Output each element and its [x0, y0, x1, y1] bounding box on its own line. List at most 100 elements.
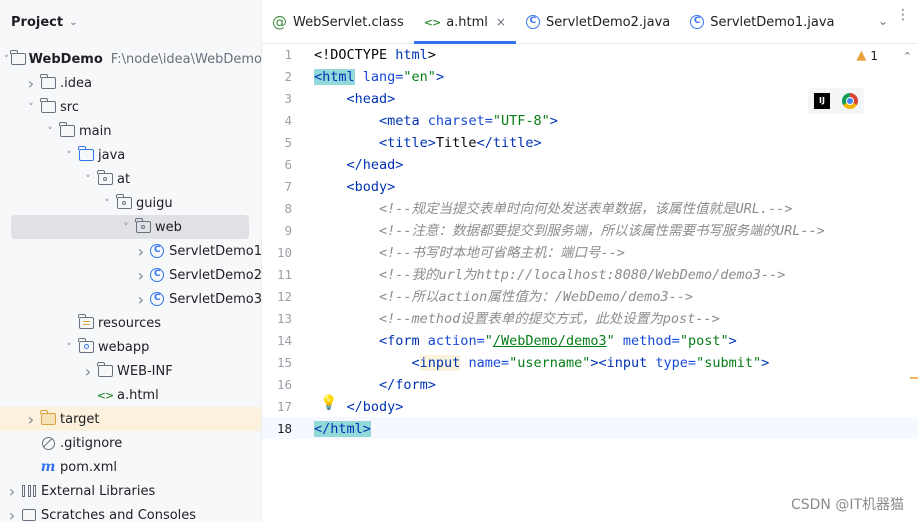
chevron-right-icon[interactable]: ›: [133, 266, 149, 285]
line-number[interactable]: 11: [262, 264, 292, 286]
line-number[interactable]: 2: [262, 66, 292, 88]
class-icon: C: [149, 267, 166, 283]
tree-item-label: main: [79, 123, 112, 139]
line-number[interactable]: 3: [262, 88, 292, 110]
tree-item[interactable]: ˅ main: [0, 119, 261, 143]
tree-item[interactable]: ˅ WebDemo F:\node\idea\WebDemo: [0, 47, 262, 71]
chevron-down-icon[interactable]: ˅: [61, 149, 77, 162]
chevron-down-icon[interactable]: ˅: [23, 101, 39, 114]
tree-item[interactable]: › .idea: [0, 71, 261, 95]
chevron-right-icon[interactable]: ›: [4, 506, 20, 522]
editor-tab[interactable]: C ServletDemo2.java: [516, 0, 680, 44]
line-number[interactable]: 1: [262, 44, 292, 66]
line-number[interactable]: 10: [262, 242, 292, 264]
intellij-browser-icon[interactable]: IJ: [814, 93, 830, 109]
line-number[interactable]: 8: [262, 198, 292, 220]
chevron-right-icon[interactable]: ›: [23, 74, 39, 93]
code-line[interactable]: <body>: [314, 176, 396, 198]
tree-item[interactable]: ˅ at: [0, 167, 261, 191]
tree-item[interactable]: .gitignore: [0, 431, 261, 455]
code-line[interactable]: <!--规定当提交表单时向何处发送表单数据，该属性值就是URL.-->: [314, 198, 792, 220]
chevron-right-icon[interactable]: ›: [133, 242, 149, 261]
editor-tab[interactable]: <> a.html ×: [413, 0, 517, 44]
code-line[interactable]: </form>: [314, 374, 436, 396]
code-line[interactable]: <html lang="en">: [314, 66, 444, 88]
tree-item[interactable]: resources: [0, 311, 261, 335]
line-number[interactable]: 16: [262, 374, 292, 396]
project-view-selector[interactable]: Project ⌄: [0, 0, 261, 44]
chevron-right-icon[interactable]: ›: [133, 290, 149, 309]
line-number[interactable]: 13: [262, 308, 292, 330]
code-line[interactable]: <!DOCTYPE html>: [314, 44, 436, 66]
tree-item[interactable]: ˅ src: [0, 95, 261, 119]
inspection-widget[interactable]: ▲ 1: [856, 48, 878, 63]
code-line[interactable]: <form action="/WebDemo/demo3" method="po…: [314, 330, 737, 352]
line-number[interactable]: 17: [262, 396, 292, 418]
code-token: <head>: [314, 91, 396, 107]
tree-item-label: guigu: [136, 195, 173, 211]
tree-item[interactable]: ˅ guigu: [0, 191, 261, 215]
tree-item[interactable]: › External Libraries: [0, 479, 261, 503]
chevron-right-icon[interactable]: ›: [23, 410, 39, 429]
tab-label: a.html: [446, 14, 488, 30]
folder-icon: [39, 98, 57, 115]
line-number[interactable]: 14: [262, 330, 292, 352]
code-line[interactable]: <meta charset="UTF-8">: [314, 110, 558, 132]
scrollbar-warning-marker[interactable]: [910, 377, 918, 379]
tree-item[interactable]: <> a.html: [0, 383, 261, 407]
line-number[interactable]: 4: [262, 110, 292, 132]
code-line[interactable]: <!--我的url为http://localhost:8080/WebDemo/…: [314, 264, 785, 286]
code-line[interactable]: <input name="username"><input type="subm…: [314, 352, 769, 374]
tree-item[interactable]: › WEB-INF: [0, 359, 261, 383]
code-token: /WebDemo/demo3: [492, 333, 607, 349]
tree-item[interactable]: › C ServletDemo3: [0, 287, 261, 311]
chevron-down-icon[interactable]: ˅: [2, 53, 11, 66]
chevron-down-icon[interactable]: ⌄: [69, 17, 77, 28]
line-number[interactable]: 6: [262, 154, 292, 176]
chrome-browser-icon[interactable]: [842, 93, 858, 109]
line-number[interactable]: 12: [262, 286, 292, 308]
code-line[interactable]: <head>: [314, 88, 396, 110]
tree-item[interactable]: › Scratches and Consoles: [0, 503, 261, 522]
tab-label: WebServlet.class: [293, 14, 404, 30]
editor-tab[interactable]: @ WebServlet.class: [262, 0, 414, 44]
code-line[interactable]: </html>: [314, 418, 371, 440]
line-number[interactable]: 5: [262, 132, 292, 154]
close-icon[interactable]: ×: [496, 15, 506, 29]
chevron-down-icon[interactable]: ˅: [118, 221, 134, 234]
tree-item[interactable]: m pom.xml: [0, 455, 261, 479]
code-token: </head>: [314, 157, 404, 173]
code-line[interactable]: <!--书写时本地可省略主机：端口号-->: [314, 242, 625, 264]
chevron-down-icon[interactable]: ˅: [80, 173, 96, 186]
code-line[interactable]: <!--所以action属性值为：/WebDemo/demo3-->: [314, 286, 693, 308]
tree-item[interactable]: › C ServletDemo1: [0, 239, 261, 263]
folder-icon: [96, 362, 114, 379]
line-number[interactable]: 15: [262, 352, 292, 374]
tree-item[interactable]: ˅ java: [0, 143, 261, 167]
code-token: <!--书写时本地可省略主机：端口号-->: [314, 245, 625, 261]
chevron-down-icon[interactable]: ˅: [99, 197, 115, 210]
tree-item[interactable]: ˅ web: [0, 215, 261, 239]
line-number[interactable]: 9: [262, 220, 292, 242]
line-number[interactable]: 18: [262, 418, 292, 440]
tree-item[interactable]: ˅ webapp: [0, 335, 261, 359]
code-line[interactable]: <title>Title</title>: [314, 132, 542, 154]
chevron-right-icon[interactable]: ›: [80, 362, 96, 381]
line-number[interactable]: 7: [262, 176, 292, 198]
code-token: >: [549, 113, 558, 129]
code-line[interactable]: <!--method设置表单的提交方式，此处设置为post-->: [314, 308, 720, 330]
chevron-down-icon[interactable]: ˅: [61, 341, 77, 354]
more-vertical-icon[interactable]: ⋮: [896, 8, 910, 22]
chevron-down-icon[interactable]: ⌄: [878, 14, 888, 28]
chevron-up-icon[interactable]: ⌃: [903, 50, 912, 63]
tree-item[interactable]: › C ServletDemo2: [0, 263, 261, 287]
editor-tab[interactable]: C ServletDemo1.java: [680, 0, 844, 44]
folder-icon: [39, 74, 57, 91]
lightbulb-icon[interactable]: 💡: [320, 395, 337, 411]
module-path: F:\node\idea\WebDemo: [110, 51, 262, 67]
chevron-down-icon[interactable]: ˅: [42, 125, 58, 138]
tree-item[interactable]: › target: [0, 407, 261, 431]
code-line[interactable]: </head>: [314, 154, 404, 176]
code-line[interactable]: <!--注意：数据都要提交到服务端，所以该属性需要书写服务端的URL-->: [314, 220, 825, 242]
chevron-right-icon[interactable]: ›: [4, 482, 20, 501]
